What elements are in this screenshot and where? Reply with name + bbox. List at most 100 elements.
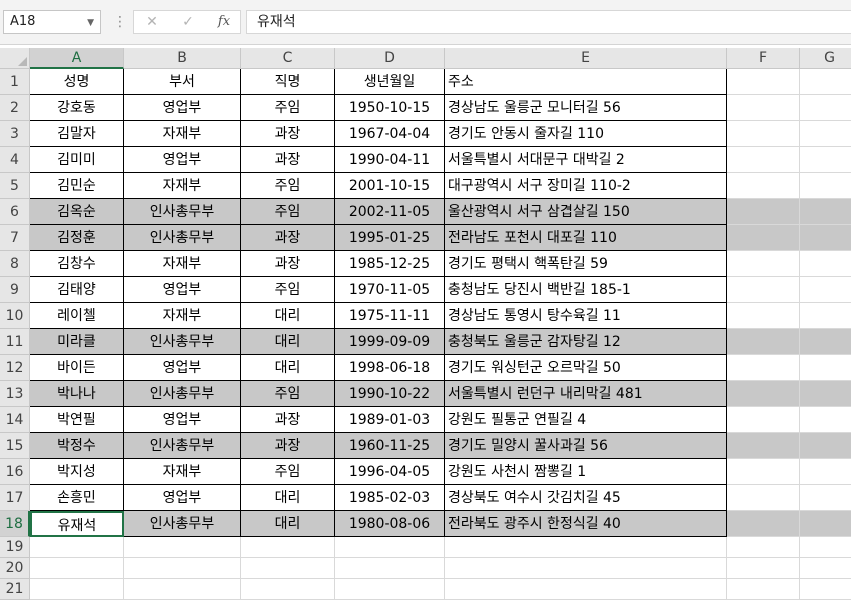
table-cell[interactable]: 자재부 — [124, 121, 241, 147]
table-cell[interactable]: 인사총무부 — [124, 225, 241, 251]
table-header-cell[interactable]: 생년월일 — [335, 69, 445, 95]
table-cell[interactable]: 1990-10-22 — [335, 381, 445, 407]
table-cell[interactable]: 영업부 — [124, 407, 241, 433]
grid-cell[interactable] — [800, 381, 851, 407]
grid-cell[interactable] — [727, 329, 800, 355]
table-cell[interactable]: 대리 — [241, 303, 335, 329]
grid-cell[interactable] — [727, 381, 800, 407]
grid-cell[interactable] — [727, 459, 800, 485]
table-cell[interactable]: 서울특별시 런던구 내리막길 481 — [445, 381, 727, 407]
grid-cell[interactable] — [800, 251, 851, 277]
grid-cell[interactable] — [727, 355, 800, 381]
table-cell[interactable]: 인사총무부 — [124, 511, 241, 537]
table-cell[interactable]: 충청북도 울릉군 감자탕길 12 — [445, 329, 727, 355]
table-cell[interactable]: 바이든 — [30, 355, 124, 381]
table-cell[interactable]: 경기도 안동시 줄자길 110 — [445, 121, 727, 147]
table-cell[interactable]: 대리 — [241, 511, 335, 537]
table-cell[interactable]: 인사총무부 — [124, 381, 241, 407]
grid-cell[interactable] — [800, 147, 851, 173]
grid-cell[interactable] — [335, 558, 445, 579]
column-header-e[interactable]: E — [445, 48, 727, 69]
table-cell[interactable]: 1985-02-03 — [335, 485, 445, 511]
table-cell[interactable]: 1996-04-05 — [335, 459, 445, 485]
table-header-cell[interactable]: 직명 — [241, 69, 335, 95]
drag-handle-icon[interactable]: ⋮ — [113, 14, 127, 30]
table-cell[interactable]: 경상남도 울릉군 모니터길 56 — [445, 95, 727, 121]
grid-cell[interactable] — [800, 121, 851, 147]
grid-cell[interactable] — [800, 579, 851, 600]
table-cell[interactable]: 자재부 — [124, 459, 241, 485]
column-header-d[interactable]: D — [335, 48, 445, 69]
table-cell[interactable]: 과장 — [241, 251, 335, 277]
table-cell[interactable]: 과장 — [241, 121, 335, 147]
grid-cell[interactable] — [727, 69, 800, 95]
table-cell[interactable]: 울산광역시 서구 삼겹살길 150 — [445, 199, 727, 225]
table-cell[interactable]: 강호동 — [30, 95, 124, 121]
table-cell[interactable]: 서울특별시 서대문구 대박길 2 — [445, 147, 727, 173]
table-header-cell[interactable]: 성명 — [30, 69, 124, 95]
grid-cell[interactable] — [124, 579, 241, 600]
table-cell[interactable]: 영업부 — [124, 95, 241, 121]
table-cell[interactable]: 영업부 — [124, 355, 241, 381]
table-cell[interactable]: 과장 — [241, 433, 335, 459]
table-cell[interactable]: 대구광역시 서구 장미길 110-2 — [445, 173, 727, 199]
table-header-cell[interactable]: 주소 — [445, 69, 727, 95]
table-cell[interactable]: 과장 — [241, 225, 335, 251]
table-cell[interactable]: 김말자 — [30, 121, 124, 147]
grid-cell[interactable] — [800, 459, 851, 485]
table-cell[interactable]: 자재부 — [124, 303, 241, 329]
grid-cell[interactable] — [800, 355, 851, 381]
table-cell[interactable]: 1950-10-15 — [335, 95, 445, 121]
grid-cell[interactable] — [727, 277, 800, 303]
grid-cell[interactable] — [800, 558, 851, 579]
column-header-c[interactable]: C — [241, 48, 335, 69]
grid-cell[interactable] — [445, 579, 727, 600]
table-cell[interactable]: 영업부 — [124, 485, 241, 511]
row-header-2[interactable]: 2 — [0, 95, 30, 121]
row-header-9[interactable]: 9 — [0, 277, 30, 303]
grid-cell[interactable] — [800, 173, 851, 199]
column-header-a[interactable]: A — [30, 48, 124, 69]
chevron-down-icon[interactable]: ▼ — [87, 12, 94, 34]
row-header-4[interactable]: 4 — [0, 147, 30, 173]
table-cell[interactable]: 인사총무부 — [124, 433, 241, 459]
table-cell[interactable]: 경상북도 여수시 갓김치길 45 — [445, 485, 727, 511]
table-cell[interactable]: 영업부 — [124, 147, 241, 173]
table-cell[interactable]: 주임 — [241, 277, 335, 303]
table-cell[interactable]: 김민순 — [30, 173, 124, 199]
table-cell[interactable]: 주임 — [241, 381, 335, 407]
grid-cell[interactable] — [727, 121, 800, 147]
table-cell[interactable]: 손흥민 — [30, 485, 124, 511]
table-cell[interactable]: 김창수 — [30, 251, 124, 277]
table-cell[interactable]: 경상남도 통영시 탕수육길 11 — [445, 303, 727, 329]
insert-function-button[interactable]: fx — [212, 11, 236, 33]
grid-cell[interactable] — [800, 95, 851, 121]
grid-cell[interactable] — [241, 579, 335, 600]
grid-cell[interactable] — [800, 537, 851, 558]
grid-cell[interactable] — [335, 579, 445, 600]
grid-cell[interactable] — [800, 329, 851, 355]
grid-cell[interactable] — [727, 199, 800, 225]
table-cell[interactable]: 김옥순 — [30, 199, 124, 225]
table-cell[interactable]: 1970-11-05 — [335, 277, 445, 303]
row-header-10[interactable]: 10 — [0, 303, 30, 329]
row-header-1[interactable]: 1 — [0, 69, 30, 95]
table-cell[interactable]: 인사총무부 — [124, 329, 241, 355]
grid-cell[interactable] — [800, 433, 851, 459]
row-header-16[interactable]: 16 — [0, 459, 30, 485]
grid-cell[interactable] — [30, 537, 124, 558]
table-cell[interactable]: 1985-12-25 — [335, 251, 445, 277]
grid-cell[interactable] — [727, 95, 800, 121]
table-cell[interactable]: 1980-08-06 — [335, 511, 445, 537]
grid-cell[interactable] — [800, 303, 851, 329]
table-cell[interactable]: 박정수 — [30, 433, 124, 459]
table-cell[interactable]: 대리 — [241, 329, 335, 355]
column-header-f[interactable]: F — [727, 48, 800, 69]
row-header-15[interactable]: 15 — [0, 433, 30, 459]
row-header-8[interactable]: 8 — [0, 251, 30, 277]
grid-cell[interactable] — [124, 558, 241, 579]
grid-cell[interactable] — [727, 558, 800, 579]
table-cell[interactable]: 1975-11-11 — [335, 303, 445, 329]
active-cell[interactable]: 유재석 — [30, 511, 124, 537]
table-cell[interactable]: 과장 — [241, 407, 335, 433]
